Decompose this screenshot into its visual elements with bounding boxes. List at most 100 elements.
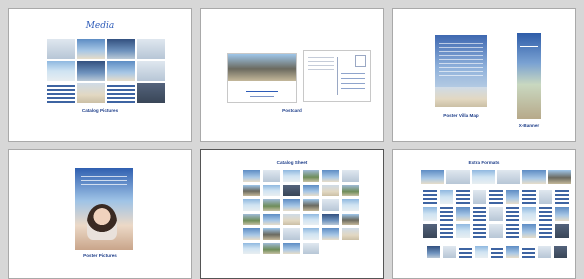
media-panel[interactable]: Media Catalog Pictures [8, 8, 192, 142]
sheet-thumbnail[interactable] [302, 170, 320, 182]
format-thumbnail[interactable] [505, 190, 520, 204]
format-thumbnail[interactable] [555, 207, 569, 221]
sheet-thumbnail[interactable] [243, 199, 260, 211]
catalog-thumbnail[interactable] [47, 61, 75, 81]
format-thumbnail[interactable] [456, 207, 470, 221]
sheet-thumbnail[interactable] [282, 213, 300, 225]
catalog-thumbnail[interactable] [107, 61, 135, 81]
sheet-thumbnail[interactable] [322, 228, 340, 240]
sheet-thumbnail[interactable] [302, 242, 320, 254]
format-thumbnail[interactable] [489, 190, 503, 204]
format-thumbnail[interactable] [439, 190, 454, 204]
format-small[interactable] [522, 246, 536, 258]
format-thumbnail[interactable] [505, 224, 520, 238]
format-small[interactable] [506, 246, 520, 258]
catalog-thumbnail[interactable] [77, 83, 105, 103]
format-thumbnail[interactable] [538, 207, 553, 221]
sheet-thumbnail[interactable] [262, 242, 280, 254]
format-small[interactable] [490, 246, 504, 258]
sheet-thumbnail[interactable] [243, 242, 260, 254]
format-thumbnail[interactable] [439, 207, 454, 221]
sheet-thumbnail[interactable] [342, 170, 359, 182]
format-thumbnail[interactable] [472, 207, 487, 221]
sheet-thumbnail[interactable] [282, 199, 300, 211]
postcard-panel[interactable]: Postcard [200, 8, 384, 142]
postcard-text-lines [308, 57, 334, 73]
sheet-thumbnail[interactable] [243, 184, 260, 196]
sheet-thumbnail[interactable] [243, 213, 260, 225]
sheet-thumbnail[interactable] [342, 213, 359, 225]
sheet-thumbnail[interactable] [282, 184, 300, 196]
format-banner[interactable] [547, 170, 571, 184]
format-thumbnail[interactable] [538, 224, 553, 238]
sheet-thumbnail[interactable] [322, 184, 340, 196]
format-small[interactable] [427, 246, 440, 258]
format-banner[interactable] [522, 170, 546, 184]
sheet-thumbnail[interactable] [302, 213, 320, 225]
catalog-thumbnail[interactable] [137, 83, 165, 103]
format-small[interactable] [554, 246, 567, 258]
catalog-sheet-panel[interactable]: Catalog Sheet [200, 149, 384, 279]
sheet-thumbnail[interactable] [243, 170, 260, 182]
poster-pictures-panel[interactable]: Poster Pictures [8, 149, 192, 279]
catalog-thumbnail[interactable] [77, 39, 105, 59]
format-thumbnail[interactable] [456, 224, 470, 238]
sheet-thumbnail[interactable] [322, 213, 340, 225]
catalog-thumbnail[interactable] [137, 39, 165, 59]
format-thumbnail[interactable] [439, 224, 454, 238]
postcard-divider [337, 57, 338, 95]
sheet-thumbnail[interactable] [342, 199, 359, 211]
format-small[interactable] [442, 246, 456, 258]
sheet-thumbnail[interactable] [302, 228, 320, 240]
format-banner[interactable] [421, 170, 445, 184]
format-thumbnail[interactable] [522, 224, 536, 238]
catalog-thumbnail[interactable] [107, 39, 135, 59]
catalog-thumbnail[interactable] [47, 39, 75, 59]
sheet-thumbnail[interactable] [282, 242, 300, 254]
sheet-thumbnail[interactable] [262, 170, 280, 182]
poster-banner-panel[interactable]: Poster Villa Map X-Banner [392, 8, 576, 142]
format-banner[interactable] [471, 170, 495, 184]
format-thumbnail[interactable] [555, 224, 569, 238]
format-thumbnail[interactable] [489, 224, 503, 238]
format-thumbnail[interactable] [472, 224, 487, 238]
x-banner [517, 33, 541, 119]
sheet-thumbnail[interactable] [262, 199, 280, 211]
extra-formats-panel[interactable]: Extra Formats [392, 149, 576, 279]
sheet-thumbnail[interactable] [322, 199, 340, 211]
sheet-thumbnail[interactable] [282, 170, 300, 182]
format-thumbnail[interactable] [505, 207, 520, 221]
postcard-script-line [246, 86, 278, 92]
sheet-thumbnail[interactable] [302, 199, 320, 211]
format-thumbnail[interactable] [423, 224, 437, 238]
format-thumbnail[interactable] [522, 207, 536, 221]
format-thumbnail[interactable] [555, 190, 569, 204]
sheet-thumbnail[interactable] [262, 184, 280, 196]
poster-pictures-caption: Poster Pictures [83, 253, 117, 258]
format-thumbnail[interactable] [522, 190, 536, 204]
format-thumbnail[interactable] [538, 190, 553, 204]
format-thumbnail[interactable] [489, 207, 503, 221]
format-thumbnail[interactable] [472, 190, 487, 204]
catalog-thumbnail[interactable] [47, 83, 75, 103]
sheet-thumbnail[interactable] [322, 170, 340, 182]
sheet-thumbnail[interactable] [243, 228, 260, 240]
format-thumbnail[interactable] [456, 190, 470, 204]
sheet-thumbnail[interactable] [302, 184, 320, 196]
format-small[interactable] [538, 246, 552, 258]
format-thumbnail[interactable] [423, 190, 437, 204]
sheet-thumbnail[interactable] [342, 184, 359, 196]
catalog-thumbnail[interactable] [77, 61, 105, 81]
extra-formats-bottom-row [427, 246, 567, 258]
catalog-thumbnail[interactable] [137, 61, 165, 81]
sheet-thumbnail[interactable] [342, 228, 359, 240]
format-banner[interactable] [497, 170, 521, 184]
format-thumbnail[interactable] [423, 207, 437, 221]
catalog-thumbnail[interactable] [107, 83, 135, 103]
format-banner[interactable] [446, 170, 470, 184]
format-small[interactable] [474, 246, 488, 258]
sheet-thumbnail[interactable] [282, 228, 300, 240]
sheet-thumbnail[interactable] [262, 228, 280, 240]
sheet-thumbnail[interactable] [262, 213, 280, 225]
format-small[interactable] [458, 246, 472, 258]
